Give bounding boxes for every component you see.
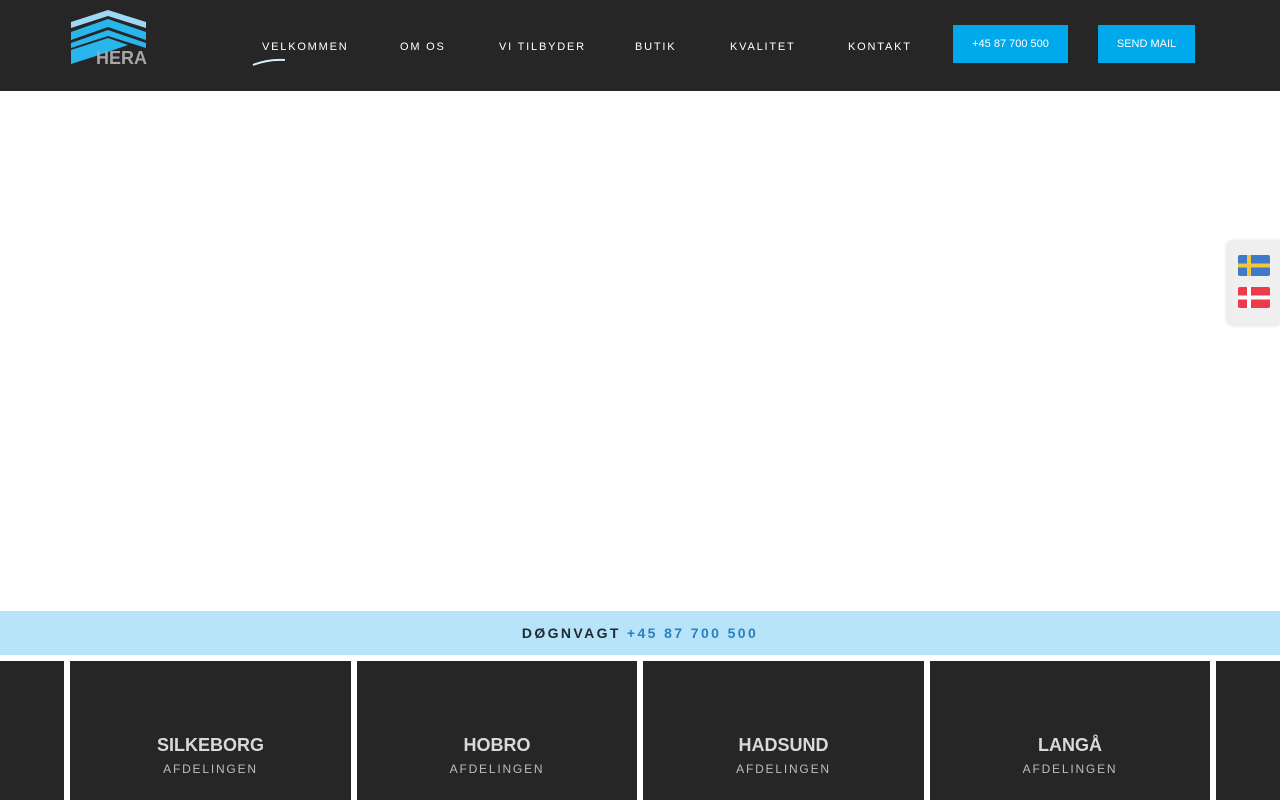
- logo-wordmark: HERA: [96, 48, 147, 66]
- site-header: HERA VELKOMMEN OM OS VI TILBYDER BUTIK K…: [0, 0, 1280, 91]
- department-name: HADSUND: [738, 735, 829, 755]
- department-tile-hadsund[interactable]: HADSUND AFDELINGEN: [643, 661, 924, 800]
- department-tile-hobro[interactable]: HOBRO AFDELINGEN: [357, 661, 637, 800]
- emergency-label: DØGNVAGT: [521, 625, 621, 641]
- language-switcher: [1228, 240, 1280, 324]
- swedish-flag-icon[interactable]: [1238, 255, 1270, 276]
- department-tile-partial[interactable]: [1216, 661, 1280, 800]
- emergency-phone-link[interactable]: +45 87 700 500: [627, 625, 758, 641]
- department-name: HOBRO: [463, 735, 531, 755]
- nav-kvalitet[interactable]: KVALITET: [730, 41, 796, 54]
- nav-kontakt[interactable]: KONTAKT: [848, 41, 912, 54]
- hera-logo[interactable]: HERA: [70, 10, 148, 66]
- department-tile-langaa[interactable]: LANGÅ AFDELINGEN: [930, 661, 1210, 800]
- hero-area: [0, 91, 1280, 611]
- send-mail-button[interactable]: SEND MAIL: [1098, 25, 1195, 63]
- danish-flag-icon[interactable]: [1238, 287, 1270, 308]
- nav-velkommen[interactable]: VELKOMMEN: [262, 41, 349, 54]
- department-tile-silkeborg[interactable]: SILKEBORG AFDELINGEN: [70, 661, 351, 800]
- department-subtitle: AFDELINGEN: [1022, 762, 1118, 776]
- department-subtitle: AFDELINGEN: [736, 762, 831, 776]
- department-tile-partial[interactable]: [0, 661, 64, 800]
- nav-vi-tilbyder[interactable]: VI TILBYDER: [499, 41, 586, 54]
- phone-button[interactable]: +45 87 700 500: [953, 25, 1068, 63]
- department-subtitle: AFDELINGEN: [163, 762, 258, 776]
- emergency-bar: DØGNVAGT +45 87 700 500: [0, 611, 1280, 655]
- nav-butik[interactable]: BUTIK: [635, 41, 676, 54]
- department-name: LANGÅ: [1038, 735, 1102, 755]
- department-subtitle: AFDELINGEN: [449, 762, 545, 776]
- department-name: SILKEBORG: [156, 735, 264, 755]
- nav-active-underline: [252, 58, 286, 66]
- nav-om-os[interactable]: OM OS: [400, 41, 446, 54]
